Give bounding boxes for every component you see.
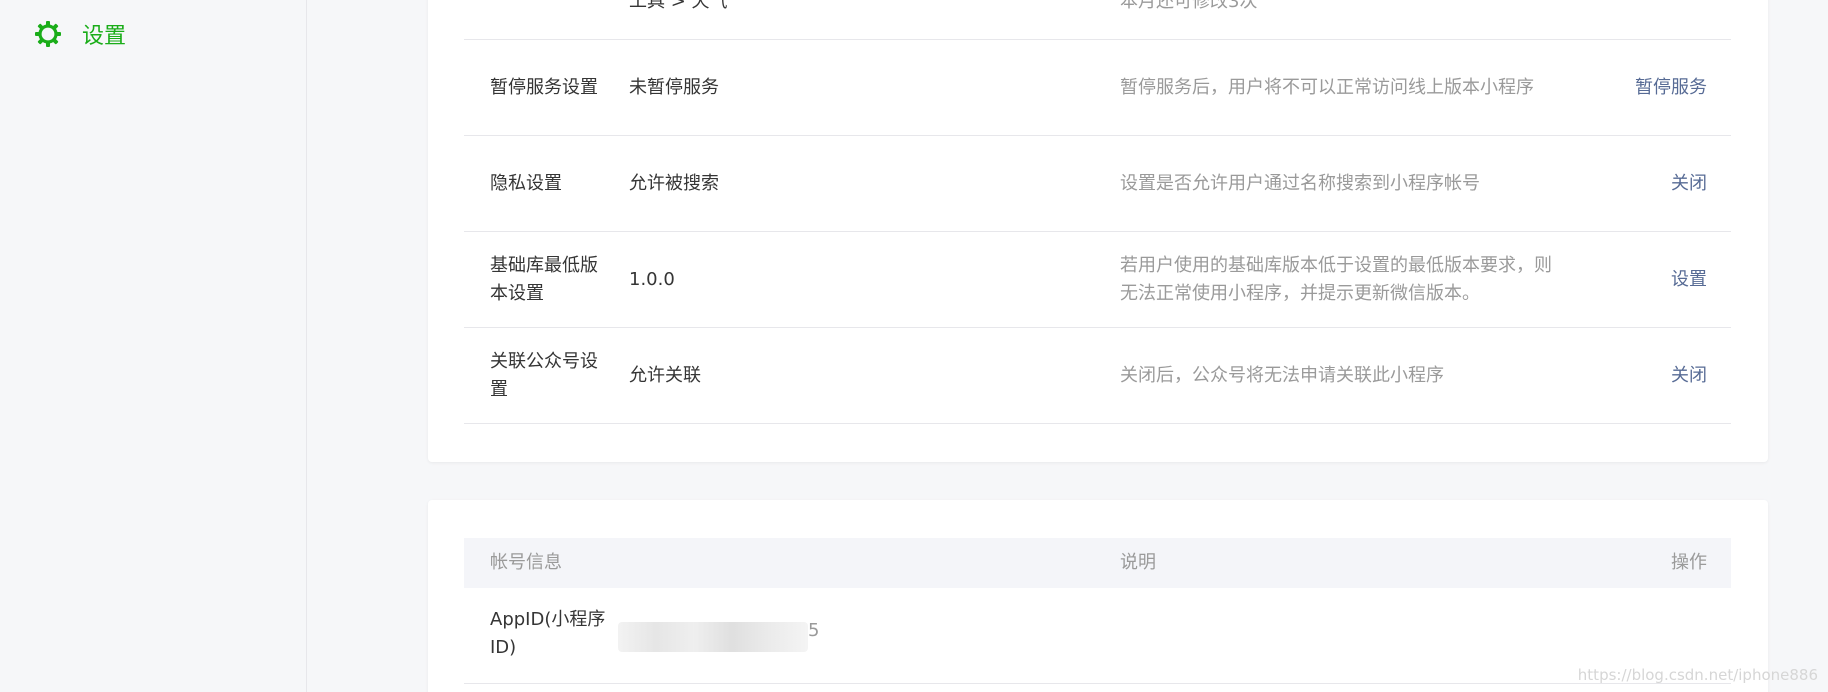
row-name: 关联公众号设 置 [490,348,610,404]
table-row: 隐私设置 允许被搜索 设置是否允许用户通过名称搜索到小程序帐号 关闭 [464,136,1731,232]
row-desc: 本月还可修改3次 [1120,0,1258,12]
table-header: 帐号信息 说明 操作 [464,538,1731,588]
watermark: https://blog.csdn.net/iphone886 [1577,666,1818,684]
sidebar-item-label: 设置 [82,24,127,49]
table-row: 工具 > 天气 本月还可修改3次 [464,0,1731,40]
row-name-line: ID) [490,637,517,658]
row-name-line: 关联公众号设 [490,351,598,372]
gear-icon [34,20,62,48]
table-row: 基础库最低版 本设置 1.0.0 若用户使用的基础库版本低于设置的最低版本要求，… [464,232,1731,328]
account-card: 帐号信息 说明 操作 AppID(小程序 ID) 5 [428,500,1768,692]
row-name: 隐私设置 [490,173,562,194]
row-value: 允许被搜索 [629,173,719,194]
row-name: 暂停服务设置 [490,77,598,98]
row-name-line: AppID(小程序 [490,609,606,630]
row-name-line: 本设置 [490,283,544,304]
row-desc-line: 无法正常使用小程序，并提示更新微信版本。 [1120,283,1480,304]
appid-value-tail: 5 [808,620,820,641]
row-desc-line: 若用户使用的基础库版本低于设置的最低版本要求，则 [1120,255,1552,276]
sidebar-item-settings[interactable]: 设置 [34,16,126,52]
row-desc: 设置是否允许用户通过名称搜索到小程序帐号 [1120,173,1480,194]
base-library-set-link[interactable]: 设置 [1671,266,1707,294]
row-name: AppID(小程序 ID) [490,606,620,662]
table-row: 暂停服务设置 未暂停服务 暂停服务后，用户将不可以正常访问线上版本小程序 暂停服… [464,40,1731,136]
row-value: 未暂停服务 [629,77,719,98]
row-name-line: 置 [490,379,508,400]
row-name-line: 基础库最低版 [490,255,598,276]
header-op: 操作 [1671,552,1707,573]
sidebar: 设置 [0,0,307,692]
row-name: 基础库最低版 本设置 [490,252,610,308]
pause-service-link[interactable]: 暂停服务 [1635,74,1707,102]
row-value: 1.0.0 [629,269,675,290]
row-desc: 若用户使用的基础库版本低于设置的最低版本要求，则 无法正常使用小程序，并提示更新… [1120,252,1580,308]
row-value: 工具 > 天气 [629,0,728,12]
related-account-close-link[interactable]: 关闭 [1671,362,1707,390]
table-row: 关联公众号设 置 允许关联 关闭后，公众号将无法申请关联此小程序 关闭 [464,328,1731,424]
settings-card: 工具 > 天气 本月还可修改3次 暂停服务设置 未暂停服务 暂停服务后，用户将不… [428,0,1768,462]
header-desc: 说明 [1120,552,1156,573]
row-value: 允许关联 [629,365,701,386]
row-desc: 暂停服务后，用户将不可以正常访问线上版本小程序 [1120,77,1534,98]
privacy-close-link[interactable]: 关闭 [1671,170,1707,198]
row-desc: 关闭后，公众号将无法申请关联此小程序 [1120,365,1444,386]
header-info: 帐号信息 [490,552,562,573]
appid-redacted-value [618,622,808,652]
